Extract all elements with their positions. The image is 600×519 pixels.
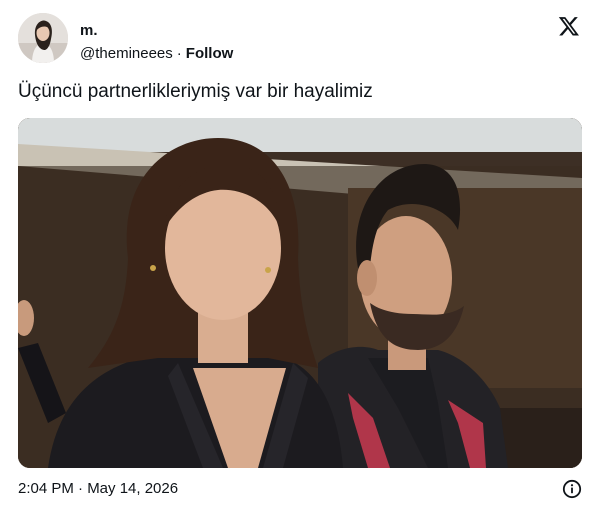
avatar[interactable] — [18, 13, 68, 63]
handle[interactable]: @themineees — [80, 45, 173, 62]
tweet-footer: 2:04 PM · May 14, 2026 — [18, 479, 582, 499]
avatar-image — [18, 13, 68, 63]
timestamp[interactable]: 2:04 PM · May 14, 2026 — [18, 480, 178, 497]
tweet-text: Üçüncü partnerlikleriymiş var bir hayali… — [18, 81, 373, 102]
tweet-header: m. @themineees · Follow — [18, 13, 582, 65]
tweet-photo[interactable] — [18, 118, 582, 468]
follow-button[interactable]: Follow — [186, 45, 234, 62]
author-info: m. @themineees · Follow — [80, 22, 233, 63]
display-name[interactable]: m. — [80, 22, 233, 40]
photo-image — [18, 118, 582, 468]
separator-dot: · — [176, 45, 182, 62]
handle-row: @themineees · Follow — [80, 45, 233, 63]
x-logo-icon[interactable] — [558, 15, 580, 37]
info-icon[interactable] — [562, 479, 582, 499]
